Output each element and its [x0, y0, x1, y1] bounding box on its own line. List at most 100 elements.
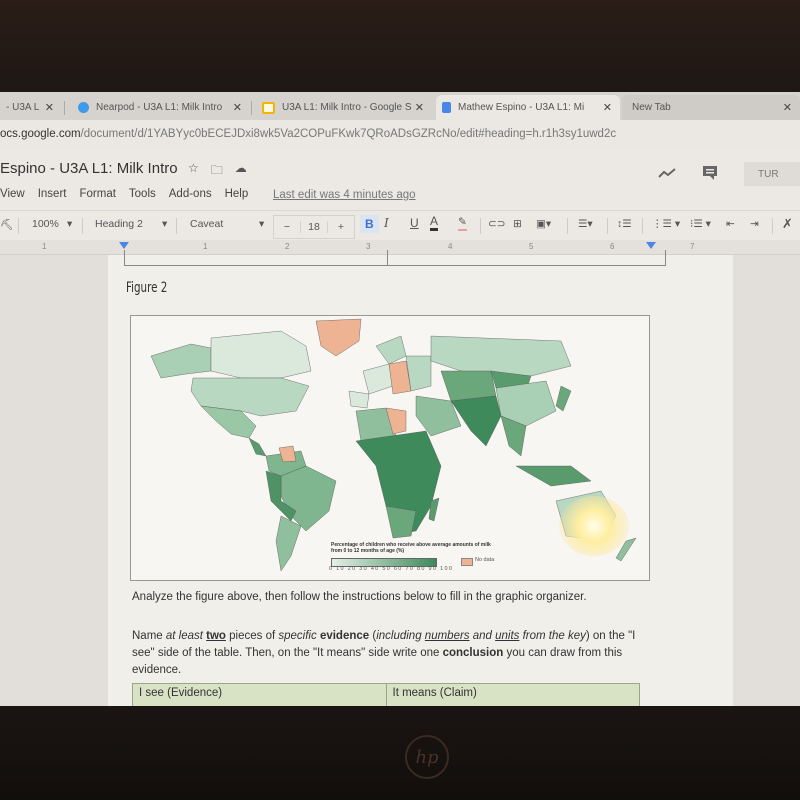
hp-logo: hp — [405, 735, 449, 779]
formatting-toolbar: ⛏ 100% ▾ Heading 2 ▾ Caveat ▾ − 18 + B I… — [0, 210, 800, 241]
highlight-color-icon[interactable]: ✎ — [458, 215, 467, 231]
tab-docs-active[interactable]: Mathew Espino - U3A L1: Mi ✕ — [436, 95, 620, 120]
text-run-italic: at least — [165, 630, 203, 642]
no-data-swatch — [461, 558, 473, 566]
map-region-russia — [430, 335, 572, 377]
url-path: /document/d/1YABYyc0bECEJDxi8wk5Va2COPuF… — [80, 128, 617, 140]
document-title[interactable]: Espino - U3A L1: Milk Intro — [0, 160, 178, 177]
header-i-see[interactable]: I see (Evidence) — [133, 684, 387, 706]
underline-button[interactable]: U — [410, 216, 419, 230]
slides-icon — [262, 101, 275, 114]
paint-format-icon[interactable]: ⛏ — [0, 218, 13, 231]
address-bar[interactable]: ocs.google.com/document/d/1YABYyc0bECEJD… — [0, 120, 800, 148]
font-select[interactable]: Caveat — [190, 218, 223, 230]
decrease-indent-icon[interactable]: ⇤ — [726, 218, 735, 230]
map-region-scandinavia — [375, 335, 407, 365]
previous-table — [124, 250, 666, 266]
increase-font-size-button[interactable]: + — [328, 221, 354, 233]
legend-ticks: 0 10 20 30 40 50 60 70 80 90 100 — [329, 566, 454, 572]
close-tab-icon[interactable]: ✕ — [603, 101, 612, 114]
ruler-number: 7 — [690, 242, 695, 251]
right-indent-marker[interactable] — [646, 242, 656, 249]
screen-glare — [559, 496, 629, 556]
menu-view[interactable]: View — [0, 188, 25, 200]
world-map-figure[interactable]: Percentage of children who receive above… — [130, 315, 650, 581]
close-tab-icon[interactable]: ✕ — [45, 101, 54, 114]
map-region-alaska — [150, 343, 212, 379]
toolbar-divider — [18, 218, 19, 234]
cloud-saved-icon: ☁ — [234, 161, 247, 175]
docs-icon — [442, 102, 451, 113]
bulleted-list-icon[interactable]: ⁝☰ ▾ — [690, 218, 711, 230]
tab-1[interactable]: - U3A L ✕ — [0, 95, 62, 120]
text-run: pieces of — [225, 630, 279, 642]
clear-formatting-icon[interactable]: ✗ — [782, 216, 793, 232]
menu-help[interactable]: Help — [225, 188, 249, 200]
toolbar-divider — [642, 218, 643, 234]
line-spacing-icon[interactable]: ↕☰ — [617, 218, 632, 230]
font-size-input[interactable]: 18 — [300, 221, 328, 233]
chevron-down-icon: ▾ — [67, 218, 73, 230]
chevron-down-icon: ▾ — [259, 218, 265, 230]
ruler-number: 1 — [42, 242, 47, 251]
text-run-italic-underline: numbers — [424, 630, 470, 642]
map-region-argentina-chile — [275, 515, 302, 572]
map-region-central-america — [248, 437, 267, 457]
text-run-italic: from the key — [519, 630, 586, 642]
instruction-analyze: Analyze the figure above, then follow th… — [132, 591, 587, 603]
close-tab-icon[interactable]: ✕ — [415, 101, 424, 114]
insert-link-icon[interactable]: ⊂⊃ — [488, 218, 506, 230]
increase-indent-icon[interactable]: ⇥ — [750, 218, 759, 230]
bold-button[interactable]: B — [360, 215, 379, 233]
map-region-southern-africa — [385, 505, 417, 539]
legend-title: Percentage of children who receive above… — [331, 542, 491, 554]
map-region-iberia — [348, 390, 370, 409]
tab-nearpod[interactable]: Nearpod - U3A L1: Milk Intro ✕ — [72, 95, 250, 120]
numbered-list-icon[interactable]: ⋮☰ ▾ — [652, 218, 680, 230]
menu-insert[interactable]: Insert — [38, 188, 67, 200]
paragraph-style-select[interactable]: Heading 2 — [95, 218, 143, 230]
header-actions: TUR — [658, 162, 800, 186]
zoom-select[interactable]: 100% — [32, 218, 59, 230]
tab-new-tab[interactable]: New Tab ✕ — [622, 95, 800, 120]
left-indent-marker[interactable] — [119, 242, 129, 249]
figure-label: Figure 2 — [126, 280, 168, 296]
menu-format[interactable]: Format — [79, 188, 115, 200]
document-page[interactable]: Figure 2 Percentage of children who rece… — [108, 250, 733, 706]
activity-trend-icon[interactable] — [658, 167, 676, 181]
italic-button[interactable]: I — [384, 216, 389, 230]
map-region-indonesia — [515, 465, 592, 487]
chevron-down-icon: ▾ — [162, 218, 168, 230]
menu-bar: View Insert Format Tools Add-ons Help — [0, 188, 248, 200]
text-color-button[interactable]: A — [430, 215, 439, 231]
star-icon[interactable]: ☆ — [188, 161, 199, 182]
toolbar-divider — [480, 218, 481, 234]
insert-image-icon[interactable]: ▣▾ — [536, 218, 551, 230]
instruction-evidence: Name at least two pieces of specific evi… — [132, 628, 652, 679]
insert-comment-icon[interactable]: ⊞ — [513, 218, 522, 230]
toolbar-divider — [176, 218, 177, 234]
align-left-icon[interactable]: ☰▾ — [578, 218, 593, 230]
last-edit-link[interactable]: Last edit was 4 minutes ago — [273, 189, 416, 201]
text-run: Name — [132, 630, 166, 642]
docs-header: Espino - U3A L1: Milk Intro ☆ 🗀 ☁ View I… — [0, 148, 800, 210]
menu-tools[interactable]: Tools — [129, 188, 156, 200]
close-tab-icon[interactable]: ✕ — [233, 101, 242, 114]
turn-in-button[interactable]: TUR — [744, 162, 800, 186]
text-run-italic: specific — [278, 630, 317, 642]
url-host: ocs.google.com — [0, 128, 81, 140]
tab-label: New Tab — [632, 102, 671, 113]
comments-icon[interactable] — [702, 165, 718, 184]
tab-slides[interactable]: U3A L1: Milk Intro - Google S ✕ — [256, 95, 432, 120]
move-to-folder-icon[interactable]: 🗀 — [211, 161, 223, 182]
nearpod-icon — [78, 102, 89, 113]
map-region-western-europe — [362, 363, 394, 395]
close-tab-icon[interactable]: ✕ — [783, 101, 792, 114]
toolbar-divider — [772, 218, 773, 234]
decrease-font-size-button[interactable]: − — [274, 221, 300, 233]
no-data-label: No data — [475, 557, 495, 563]
menu-add-ons[interactable]: Add-ons — [169, 188, 212, 200]
text-run-bold: conclusion — [442, 647, 504, 659]
header-it-means[interactable]: It means (Claim) — [387, 684, 640, 706]
title-icons: ☆ 🗀 ☁ — [188, 161, 247, 182]
